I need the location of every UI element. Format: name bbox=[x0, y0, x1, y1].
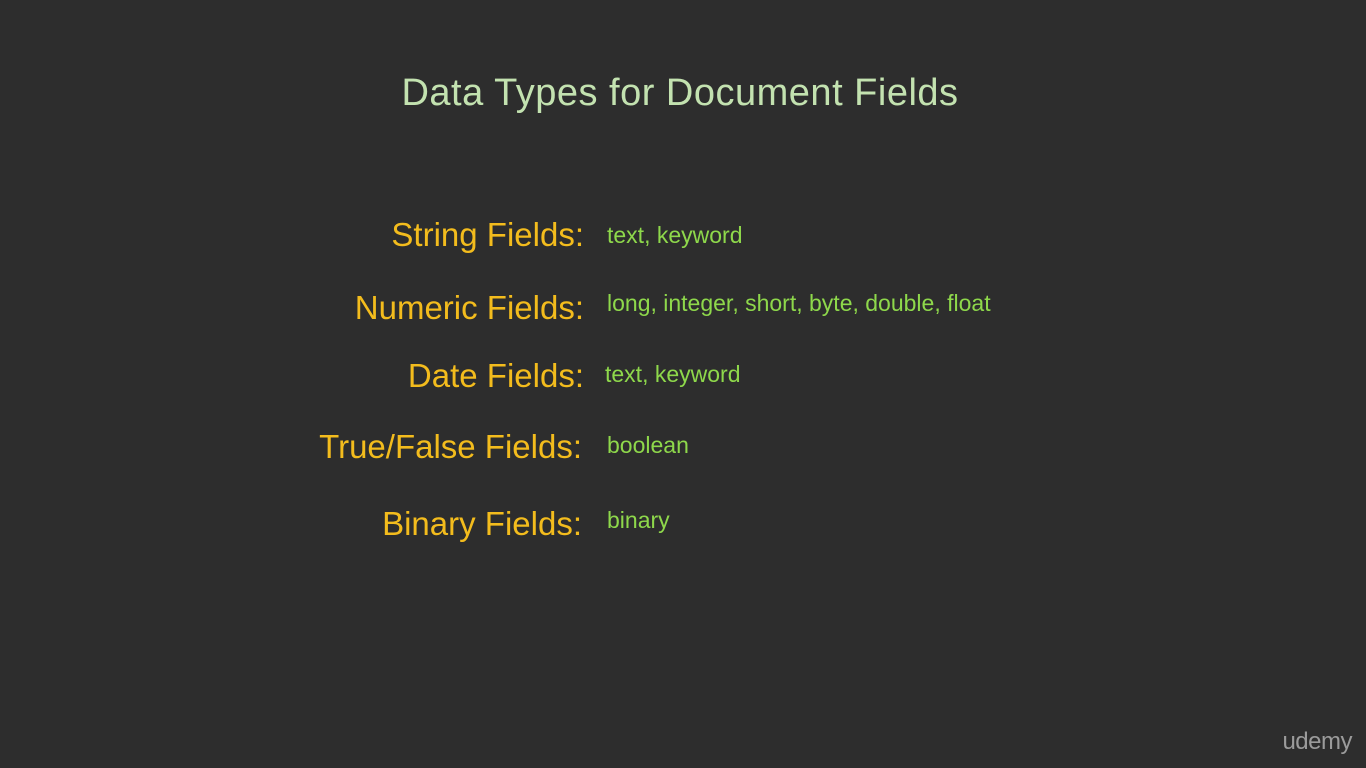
field-label: Binary Fields: bbox=[382, 505, 582, 542]
field-types: long, integer, short, byte, double, floa… bbox=[607, 290, 991, 316]
field-types: text, keyword bbox=[605, 361, 741, 387]
field-row-binary: Binary Fields: binary bbox=[0, 499, 1366, 549]
slide: Data Types for Document Fields String Fi… bbox=[0, 0, 1366, 768]
field-types: text, keyword bbox=[607, 222, 743, 248]
field-label: String Fields: bbox=[391, 216, 584, 253]
field-label: Date Fields: bbox=[407, 357, 584, 394]
field-row-string: String Fields: text, keyword bbox=[0, 210, 1366, 260]
field-types: binary bbox=[607, 507, 670, 533]
udemy-logo: udemy bbox=[1282, 728, 1352, 755]
field-row-date: Date Fields: text, keyword bbox=[0, 351, 1366, 401]
slide-title: Data Types for Document Fields bbox=[401, 72, 959, 114]
field-label: Numeric Fields: bbox=[354, 289, 584, 326]
field-row-true-false: True/False Fields: boolean bbox=[0, 422, 1366, 472]
field-types: boolean bbox=[607, 432, 689, 458]
field-label: True/False Fields: bbox=[319, 428, 582, 465]
field-row-numeric: Numeric Fields: long, integer, short, by… bbox=[0, 283, 1366, 333]
